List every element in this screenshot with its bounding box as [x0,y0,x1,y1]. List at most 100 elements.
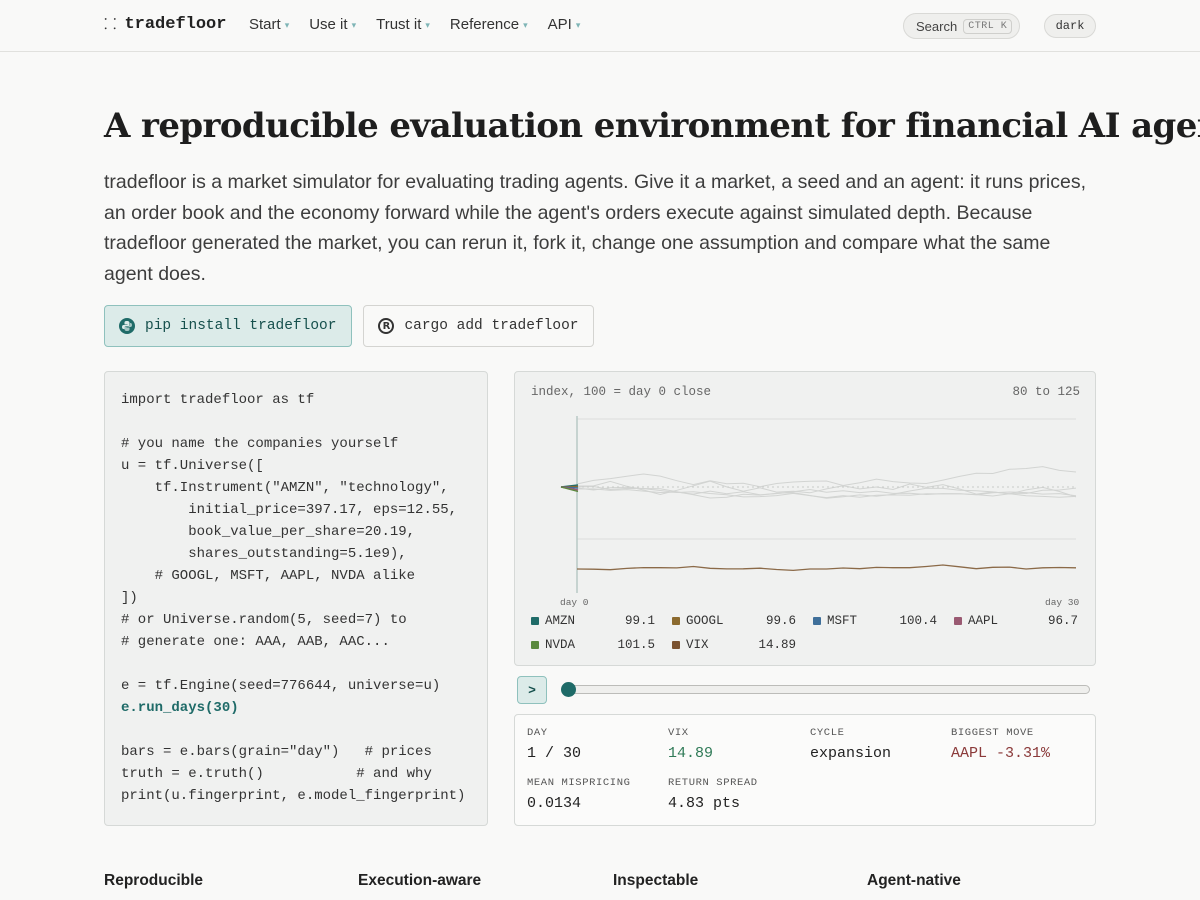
python-icon [119,318,135,334]
legend-item-vix: VIX 14.89 [672,638,813,652]
legend-value: 99.6 [765,614,796,628]
stat-label: MEAN MISPRICING [527,777,631,789]
stat-label: VIX [668,727,689,739]
stat-cycle: CYCLE expansion [810,727,891,762]
stat-label: DAY [527,727,548,739]
code-line: tf.Instrument("AMZN", "technology", [121,480,449,496]
code-line: shares_outstanding=5.1e9), [121,546,407,562]
pip-install-button[interactable]: pip install tradefloor [104,305,353,347]
code-line: # you name the companies yourself [121,436,399,452]
menu-item-use-it[interactable]: Use it ▾ [309,16,356,33]
legend-item-nvda: NVDA 101.5 [531,638,672,652]
install-options: pip install tradefloor R cargo add trade… [104,305,595,347]
legend-swatch [531,617,539,625]
code-line: u = tf.Universe([ [121,458,264,474]
legend-name: AAPL [968,614,999,628]
legend-swatch [813,617,821,625]
menu-item-start[interactable]: Start ▾ [249,16,289,33]
series-line-vix [576,564,1077,572]
legend-item-aapl: AAPL 96.7 [954,614,1095,628]
menu-item-reference[interactable]: Reference ▾ [450,16,528,33]
stat-value: expansion [810,745,892,762]
legend-name: NVDA [545,638,576,652]
cargo-add-button[interactable]: R cargo add tradefloor [363,305,595,347]
chevron-down-icon: ▾ [425,19,430,30]
top-navigation: ⸬ tradefloor Start ▾ Use it ▾ Trust it ▾… [0,0,1200,52]
code-line: ]) [121,590,138,606]
legend-value: 101.5 [617,638,655,652]
search-shortcut: CTRL K [963,18,1013,34]
stat-day: DAY 1 / 30 [527,727,581,762]
hero-description: tradefloor is a market simulator for eva… [104,171,1086,285]
chart-legend-row-2: NVDA 101.5 VIX 14.89 [531,638,813,652]
x-end-label: day 30 [1045,597,1080,608]
code-example: import tradefloor as tf # you name the co… [104,371,488,826]
background-path [576,466,1077,488]
code-line: e.run_days(30) [121,700,239,716]
chevron-down-icon: ▾ [284,19,290,30]
menu-item-label: API [547,16,572,33]
stat-vix: VIX 14.89 [668,727,713,762]
legend-item-googl: GOOGL 99.6 [672,614,813,628]
menu-item-label: Start [249,16,281,33]
feature-agent-native: Agent-native [867,872,961,889]
stat-label: CYCLE [810,727,845,739]
code-line: # GOOGL, MSFT, AAPL, NVDA alike [121,568,416,584]
legend-swatch [672,641,680,649]
legend-value: 96.7 [1047,614,1078,628]
menu-item-api[interactable]: API ▾ [548,16,581,33]
feature-reproducible: Reproducible [104,872,204,889]
day-slider-thumb[interactable] [561,682,576,697]
stat-value: 0.0134 [527,795,582,812]
chevron-down-icon: ▾ [523,19,528,30]
price-index-chart: index, 100 = day 0 close 80 to 125 day 0… [514,371,1096,666]
play-button[interactable]: > [517,676,547,704]
logo-text: tradefloor [124,14,227,34]
stat-value: 1 / 30 [527,745,582,762]
feature-execution-aware: Execution-aware [358,872,482,889]
rust-icon: R [378,318,395,334]
stat-mean-mispricing: MEAN MISPRICING 0.0134 [527,777,631,812]
menu-item-trust-it[interactable]: Trust it ▾ [376,16,430,33]
chart-legend-row-1: AMZN 99.1 GOOGL 99.6 MSFT 100.4 AAPL 96.7 [531,614,1095,628]
day-slider-track[interactable] [562,685,1090,694]
code-line: book_value_per_share=20.19, [121,524,416,540]
legend-name: VIX [686,638,709,652]
legend-value: 100.4 [899,614,937,628]
theme-toggle-button[interactable]: dark [1044,14,1096,38]
legend-name: GOOGL [686,614,724,628]
legend-value: 14.89 [758,638,796,652]
chevron-down-icon: ▾ [575,19,581,30]
legend-swatch [672,617,680,625]
legend-swatch [531,641,539,649]
current-day-marks [560,484,579,493]
simulation-stats: DAY 1 / 30 VIX 14.89 CYCLE expansion BIGGEST M… [514,714,1096,826]
code-line: truth = e.truth() # and why [121,766,432,782]
chevron-down-icon: ▾ [351,19,357,30]
code-line: bars = e.bars(grain="day") # prices [121,744,432,760]
logo[interactable]: ⸬ tradefloor [104,14,226,34]
menu-item-label: Trust it [376,16,422,33]
stat-value: 4.83 pts [668,795,741,812]
legend-item-amzn: AMZN 99.1 [531,614,672,628]
pip-install-label: pip install tradefloor [145,318,337,334]
legend-value: 99.1 [624,614,655,628]
feature-inspectable: Inspectable [613,872,699,889]
legend-swatch [954,617,962,625]
main-menu: Start ▾ Use it ▾ Trust it ▾ Reference ▾ … [249,16,580,33]
stat-value: AAPL -3.31% [951,745,1051,762]
search-button[interactable]: Search CTRL K [903,13,1020,39]
background-paths [576,466,1077,499]
code-line: e = tf.Engine(seed=776644, universe=u) [121,678,441,694]
legend-item-msft: MSFT 100.4 [813,614,954,628]
code-line: print(u.fingerprint, e.model_fingerprint… [121,788,466,804]
cargo-add-label: cargo add tradefloor [404,318,579,334]
code-line: # or Universe.random(5, seed=7) to [121,612,407,628]
x-start-label: day 0 [560,597,589,608]
stat-value: 14.89 [668,745,714,762]
stat-label: BIGGEST MOVE [951,727,1034,739]
code-line: # generate one: AAA, AAB, AAC... [121,634,390,650]
